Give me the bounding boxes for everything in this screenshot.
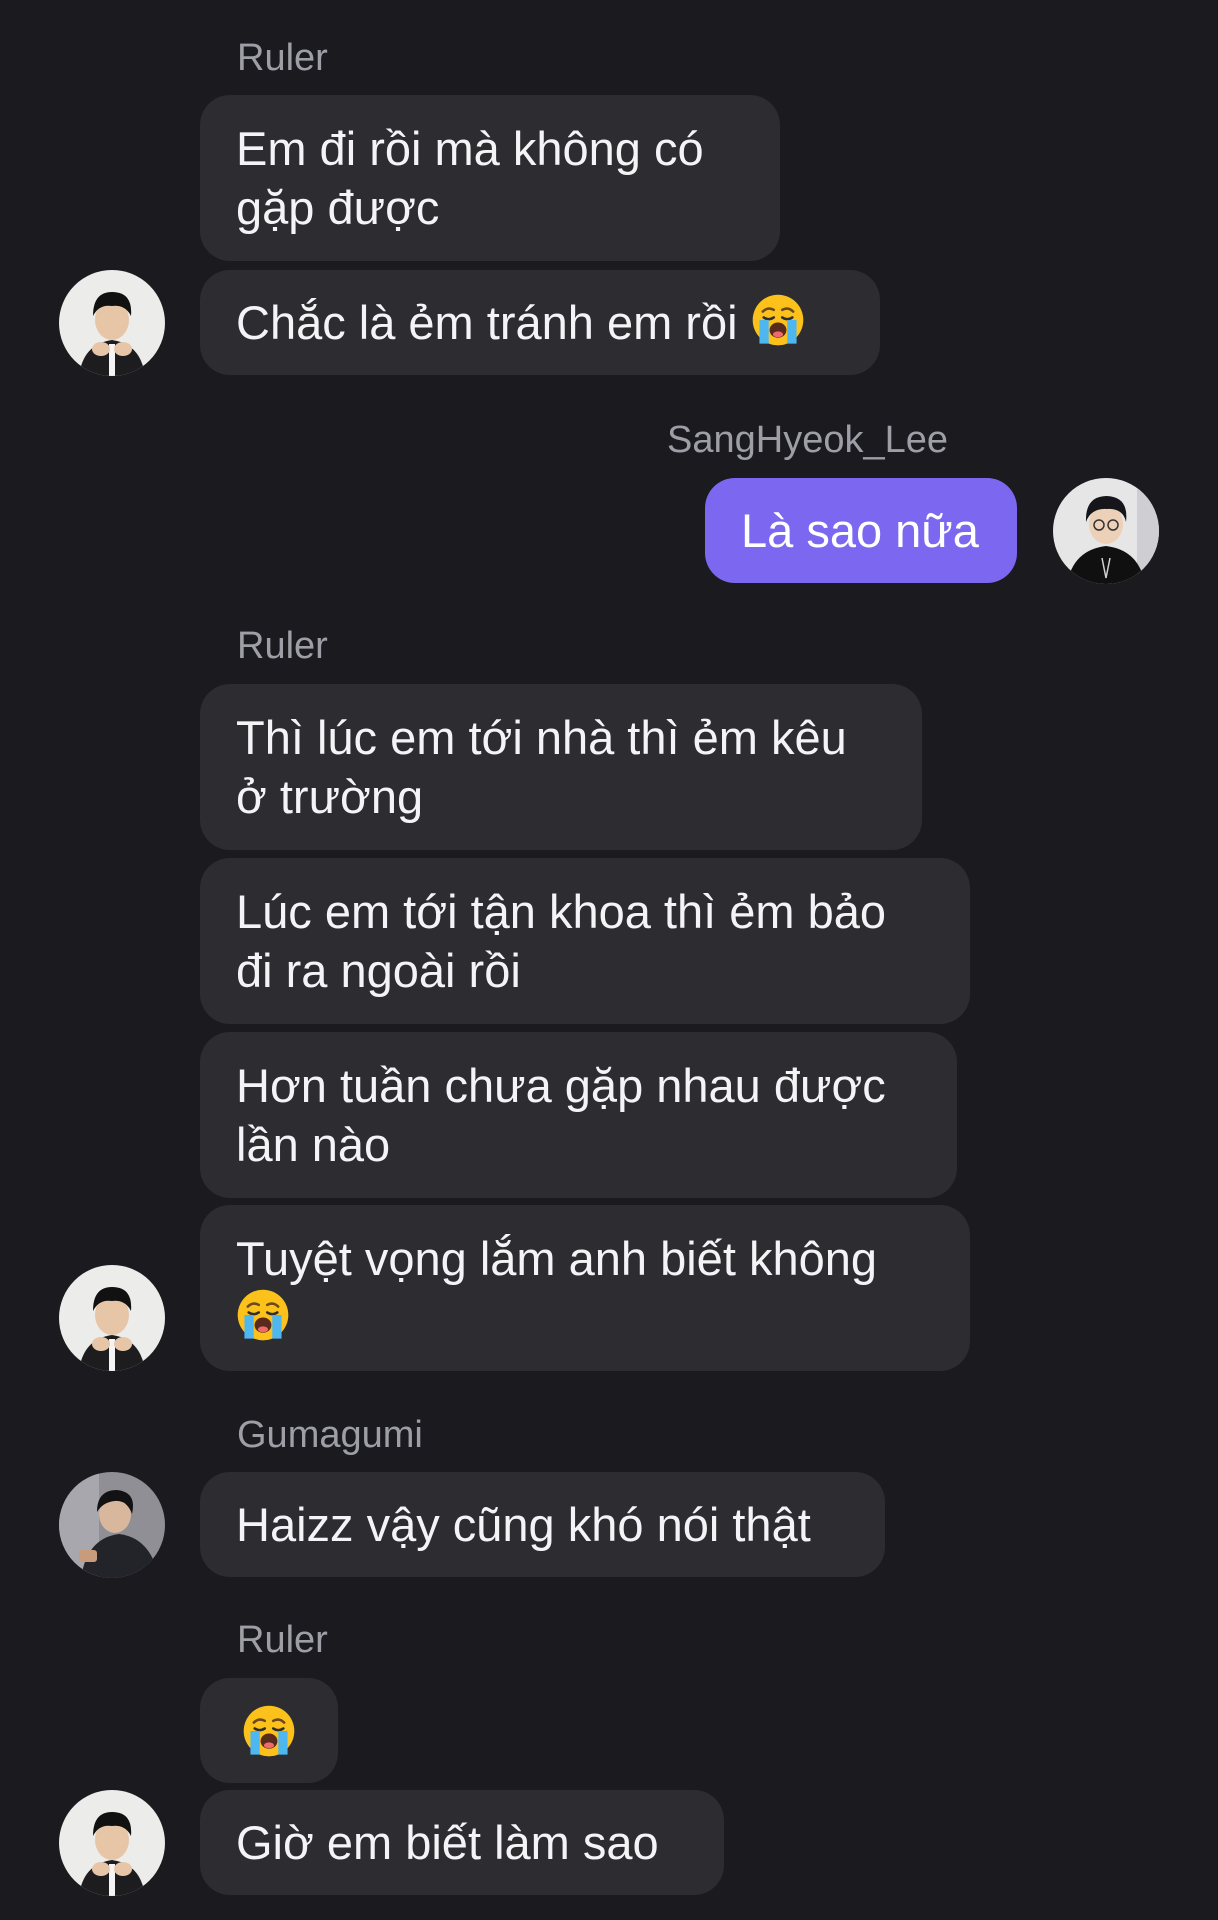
message-text: Chắc là ẻm tránh em rồi <box>236 296 738 349</box>
avatar-sanghyeok-lee[interactable] <box>1053 478 1159 584</box>
sender-name-ruler: Ruler <box>237 1619 328 1661</box>
message-bubble-emoji[interactable] <box>200 1678 338 1783</box>
message-bubble[interactable]: Lúc em tới tận khoa thì ẻm bảo đi ra ngo… <box>200 858 970 1024</box>
message-bubble[interactable]: Hơn tuần chưa gặp nhau được lần nào <box>200 1032 957 1198</box>
sender-name-ruler: Ruler <box>237 625 328 667</box>
avatar-ruler[interactable] <box>59 1790 165 1896</box>
message-bubble[interactable]: Chắc là ẻm tránh em rồi <box>200 270 880 375</box>
message-text: Haizz vậy cũng khó nói thật <box>236 1498 811 1551</box>
message-bubble-mine[interactable]: Là sao nữa <box>705 478 1017 583</box>
loudly-crying-face-icon <box>751 293 805 347</box>
avatar-ruler[interactable] <box>59 1265 165 1371</box>
message-text: Em đi rồi mà không có gặp được <box>236 122 704 234</box>
message-text: Là sao nữa <box>741 504 979 557</box>
loudly-crying-face-icon <box>236 1288 290 1342</box>
message-text: Giờ em biết làm sao <box>236 1816 659 1869</box>
message-bubble[interactable]: Thì lúc em tới nhà thì ẻm kêu ở trường <box>200 684 922 850</box>
avatar-gumagumi[interactable] <box>59 1472 165 1578</box>
message-bubble[interactable]: Em đi rồi mà không có gặp được <box>200 95 780 261</box>
sender-name-gumagumi: Gumagumi <box>237 1414 423 1456</box>
message-text: Thì lúc em tới nhà thì ẻm kêu ở trường <box>236 711 847 823</box>
message-bubble[interactable]: Tuyệt vọng lắm anh biết không <box>200 1205 970 1371</box>
message-text: Lúc em tới tận khoa thì ẻm bảo đi ra ngo… <box>236 885 887 997</box>
avatar-ruler[interactable] <box>59 270 165 376</box>
loudly-crying-face-icon <box>242 1704 296 1758</box>
sender-name-sanghyeok-lee: SangHyeok_Lee <box>667 419 948 461</box>
message-bubble[interactable]: Giờ em biết làm sao <box>200 1790 724 1895</box>
message-bubble[interactable]: Haizz vậy cũng khó nói thật <box>200 1472 885 1577</box>
sender-name-ruler: Ruler <box>237 37 328 79</box>
message-text: Hơn tuần chưa gặp nhau được lần nào <box>236 1059 886 1171</box>
message-text: Tuyệt vọng lắm anh biết không <box>236 1232 877 1285</box>
